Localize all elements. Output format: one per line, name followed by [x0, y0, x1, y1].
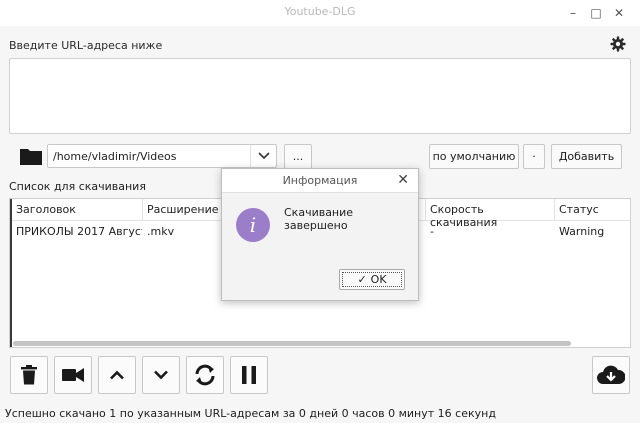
check-icon: ✓: [357, 273, 367, 286]
column-header-status[interactable]: Статус: [555, 199, 630, 221]
close-button[interactable]: ✕: [609, 3, 629, 23]
ok-label: OK: [370, 273, 387, 286]
row-extension: .mkv: [147, 225, 175, 238]
status-bar: Успешно скачано 1 по указанным URL-адрес…: [5, 407, 496, 420]
format-options-button[interactable]: ·: [523, 144, 545, 169]
url-label: Введите URL-адреса ниже: [9, 39, 163, 52]
dialog-message: Скачивание завершено: [284, 206, 354, 232]
column-header-title[interactable]: Заголовок: [12, 199, 143, 221]
arrow-up-icon: [110, 370, 124, 380]
browse-button[interactable]: ...: [284, 144, 312, 169]
maximize-button[interactable]: □: [586, 3, 606, 23]
reload-button[interactable]: [186, 356, 224, 394]
dialog-title: Информация: [282, 174, 358, 187]
ok-button[interactable]: ✓ OK: [339, 269, 405, 290]
move-up-button[interactable]: [98, 356, 136, 394]
chevron-down-icon[interactable]: [250, 145, 276, 167]
row-status: Warning: [559, 225, 605, 238]
delete-button[interactable]: [10, 356, 48, 394]
gear-icon[interactable]: [610, 36, 626, 52]
cloud-download-icon: [597, 365, 625, 384]
horizontal-scrollbar[interactable]: [13, 341, 571, 346]
format-select[interactable]: по умолчанию: [429, 144, 519, 169]
add-button[interactable]: Добавить: [551, 144, 622, 169]
row-title[interactable]: ПРИКОЛЫ 2017 Август...: [12, 222, 142, 240]
play-video-button[interactable]: [54, 356, 92, 394]
pause-icon: [242, 366, 256, 384]
column-header-extension[interactable]: Расширение: [143, 199, 223, 221]
dialog-title-bar: Информация ✕: [222, 169, 418, 193]
path-value: /home/vladimir/Videos: [53, 150, 177, 163]
info-dialog: Информация ✕ i Скачивание завершено ✓ OK: [221, 168, 419, 301]
pause-button[interactable]: [230, 356, 268, 394]
reload-icon: [195, 364, 215, 386]
info-icon: i: [236, 208, 270, 242]
video-camera-icon: [62, 368, 84, 382]
title-bar: Youtube-DLG – □ ✕: [0, 0, 640, 26]
column-header-speed[interactable]: Скорость скачивания: [426, 199, 555, 229]
path-select[interactable]: /home/vladimir/Videos: [47, 144, 277, 168]
dialog-close-icon[interactable]: ✕: [397, 172, 409, 188]
minimize-button[interactable]: –: [563, 3, 583, 23]
arrow-down-icon: [154, 370, 168, 380]
window-title: Youtube-DLG: [284, 5, 356, 18]
move-down-button[interactable]: [142, 356, 180, 394]
row-speed: -: [430, 225, 434, 238]
download-list-label: Список для скачивания: [9, 180, 146, 193]
folder-icon[interactable]: [19, 146, 43, 166]
download-button[interactable]: [592, 356, 630, 394]
trash-icon: [21, 365, 37, 385]
url-input[interactable]: [9, 58, 631, 134]
